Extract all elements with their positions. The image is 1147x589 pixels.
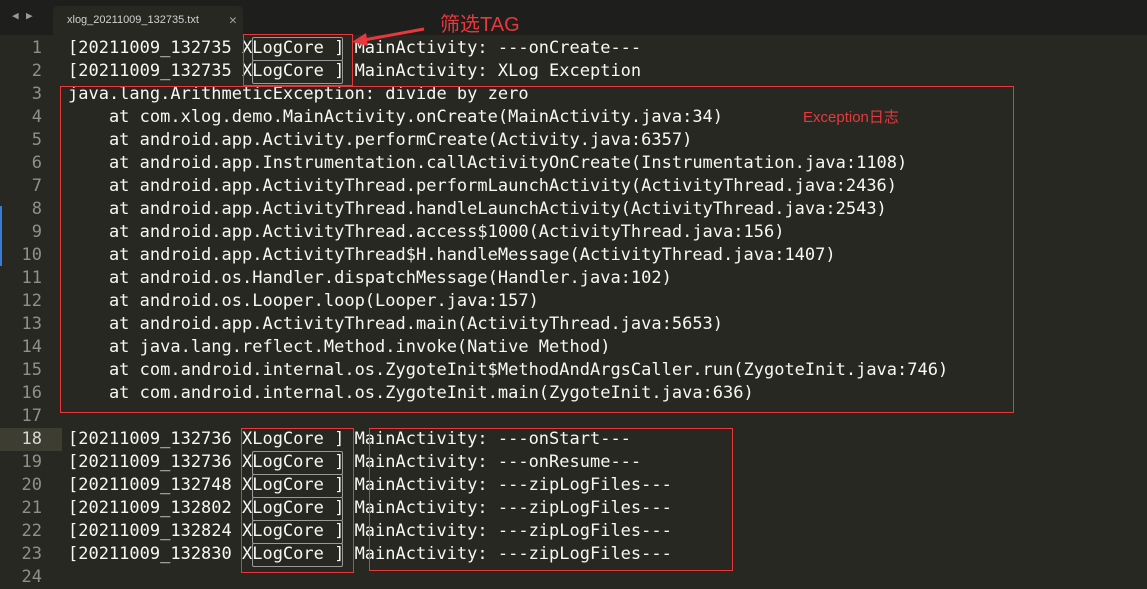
line-number: 1: [31, 38, 42, 58]
line-number: 6: [31, 153, 42, 173]
line-number: 3: [31, 84, 42, 104]
next-tab-arrow-icon[interactable]: ▶: [26, 9, 33, 22]
line-number: 2: [31, 61, 42, 81]
line-number: 7: [31, 176, 42, 196]
tab-bar: ◀ ▶ xlog_20211009_132735.txt ✕: [0, 0, 1147, 35]
line-number: 16: [21, 383, 42, 403]
filter-tag-annotation-box-top: [243, 34, 353, 86]
line-number: 20: [21, 475, 42, 495]
file-tab[interactable]: xlog_20211009_132735.txt ✕: [53, 6, 243, 35]
line-number: 19: [21, 452, 42, 472]
code-line: [20211009_132735 XLogCore ] MainActivity…: [68, 61, 642, 81]
line-number: 21: [21, 498, 42, 518]
line-number: 12: [21, 291, 42, 311]
file-tab-title: xlog_20211009_132735.txt: [67, 14, 199, 26]
window-edge-accent: [0, 206, 2, 266]
filter-tag-annotation-box-bottom: [241, 428, 354, 573]
exception-log-annotation-label: Exception日志: [803, 109, 899, 126]
line-number: 8: [31, 199, 42, 219]
line-number: 18: [21, 429, 42, 449]
line-number: 9: [31, 222, 42, 242]
line-number: 17: [21, 406, 42, 426]
line-number: 4: [31, 107, 42, 127]
line-number: 11: [21, 268, 42, 288]
previous-tab-arrow-icon[interactable]: ◀: [12, 9, 19, 22]
line-number: 15: [21, 360, 42, 380]
filter-tag-annotation-label: 筛选TAG: [440, 14, 520, 36]
exception-log-annotation-box: [60, 86, 1014, 413]
line-number: 24: [21, 567, 42, 587]
line-number: 22: [21, 521, 42, 541]
line-number: 10: [21, 245, 42, 265]
close-tab-icon[interactable]: ✕: [229, 13, 237, 28]
code-line: [20211009_132735 XLogCore ] MainActivity…: [68, 38, 642, 58]
message-annotation-box: [369, 428, 733, 571]
line-number: 14: [21, 337, 42, 357]
line-number: 23: [21, 544, 42, 564]
line-number: 5: [31, 130, 42, 150]
line-number: 13: [21, 314, 42, 334]
